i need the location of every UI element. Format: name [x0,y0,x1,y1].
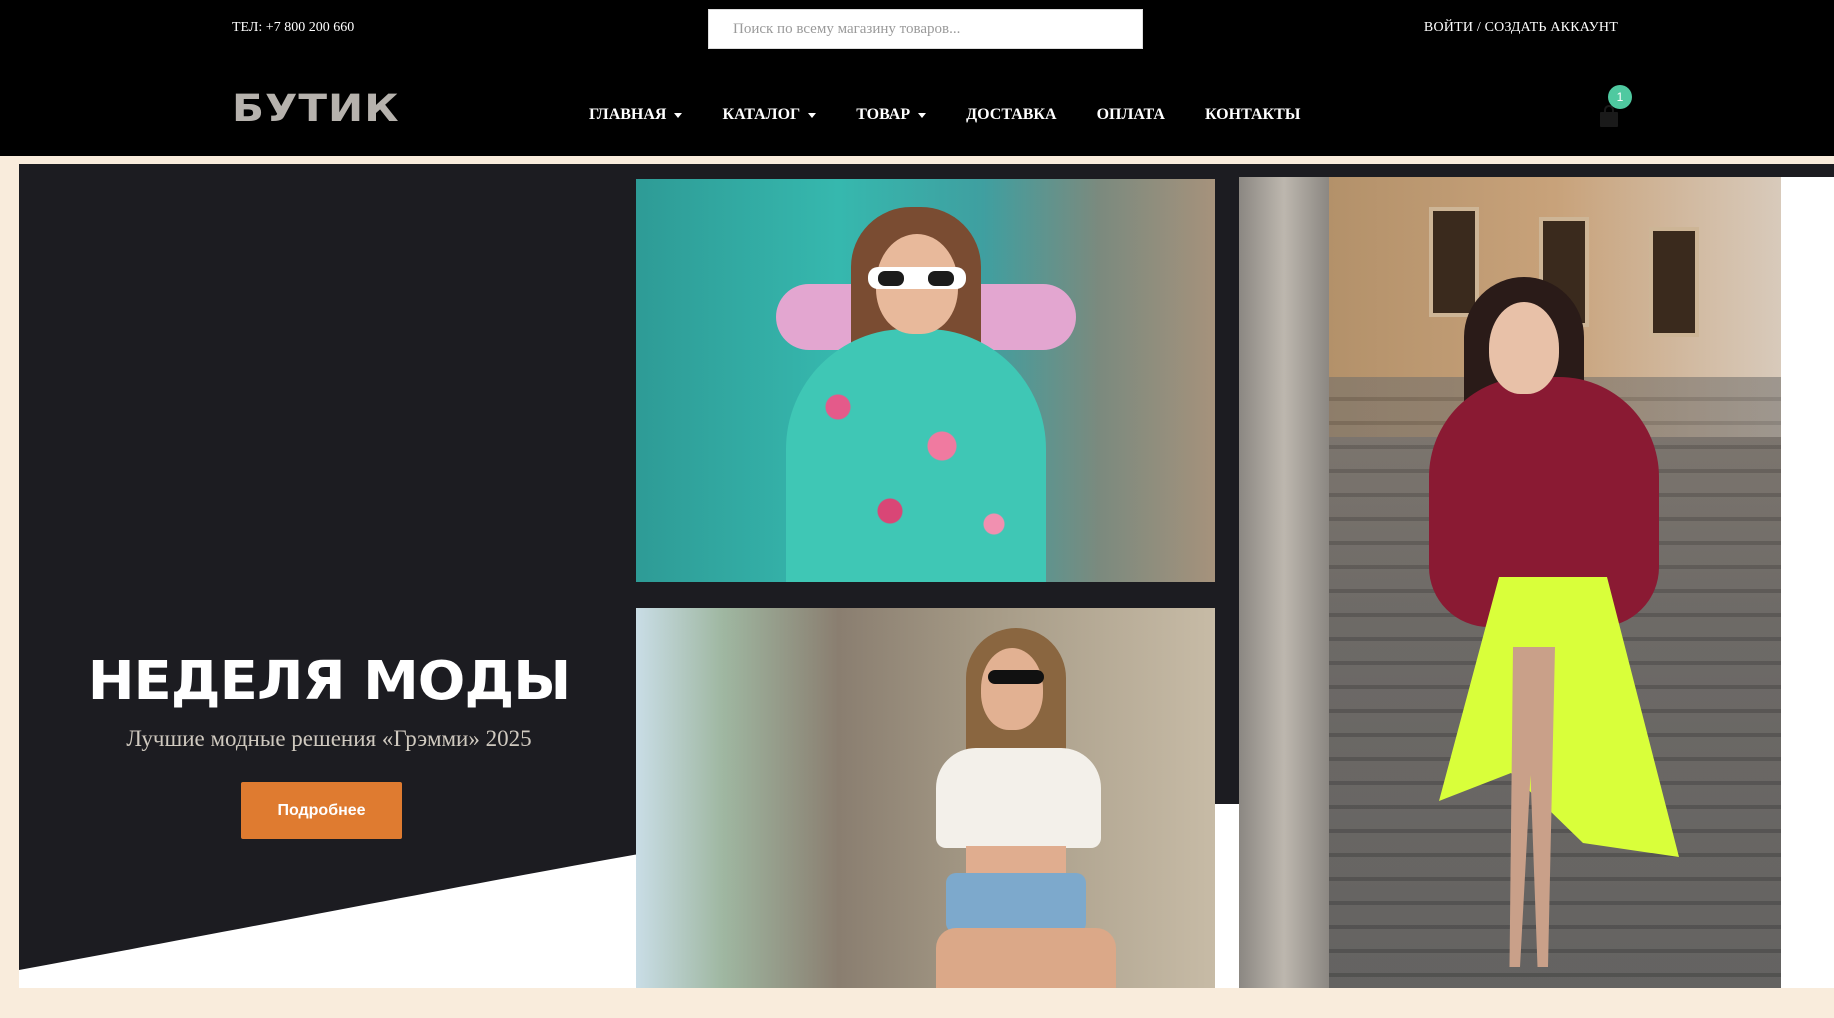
nav-item-delivery[interactable]: ДОСТАВКА [966,106,1056,124]
nav-item-label: ДОСТАВКА [966,106,1057,123]
nav-item-label: ТОВАР [856,106,911,123]
model-face [981,648,1043,730]
shopping-bag-icon-body [1600,112,1618,127]
white-top [936,748,1101,848]
model-waist [966,846,1066,876]
phone-number: ТЕЛ: +7 800 200 660 [232,20,355,35]
nav-item-label: КОНТАКТЫ [1204,106,1301,123]
nav-item-contacts[interactable]: КОНТАКТЫ [1205,106,1301,124]
more-button[interactable]: Подробнее [241,782,402,839]
model-legs [936,928,1116,988]
floral-dress [786,329,1046,582]
site-header: ТЕЛ: +7 800 200 660 ВОЙТИ / СОЗДАТЬ АККА… [0,0,1834,156]
nav-item-product[interactable]: ТОВАР [856,106,927,124]
hero-subtitle: Лучшие модные решения «Грэмми» 2025 [126,726,532,751]
nav-item-payment[interactable]: ОПЛАТА [1097,106,1165,124]
stone-column [1239,177,1329,988]
search-input[interactable] [708,9,1143,49]
nav-item-catalog[interactable]: КАТАЛОГ [722,106,817,124]
site-logo[interactable]: БУТИК [232,90,400,127]
nav-item-home[interactable]: ГЛАВНАЯ [589,106,683,124]
fashion-photo-fur-coat [1239,177,1781,988]
sunglasses [988,670,1044,684]
photo-edge [1781,177,1834,988]
main-nav: ГЛАВНАЯ КАТАЛОГ ТОВАР ДОСТАВКА ОПЛАТА КО… [589,106,1340,124]
sunglasses [868,267,966,289]
nav-item-label: КАТАЛОГ [722,106,801,123]
login-register-link[interactable]: ВОЙТИ / СОЗДАТЬ АККАУНТ [1424,20,1618,36]
nav-item-label: ОПЛАТА [1096,106,1165,123]
denim-shorts [946,873,1086,933]
window [1649,227,1699,337]
fashion-photo-denim-shorts [636,608,1215,988]
fashion-photo-floral-dress [636,179,1215,582]
nav-item-label: ГЛАВНАЯ [589,106,667,123]
chevron-down-icon [674,112,683,118]
hero-slider: НЕДЕЛЯ МОДЫ Лучшие модные решения «Грэмм… [19,164,1834,988]
model-face [1489,302,1559,394]
hero-title: НЕДЕЛЯ МОДЫ [87,650,572,713]
cart-count-badge: 1 [1608,85,1632,109]
chevron-down-icon [918,112,927,118]
chevron-down-icon [808,112,817,118]
window [1429,207,1479,317]
